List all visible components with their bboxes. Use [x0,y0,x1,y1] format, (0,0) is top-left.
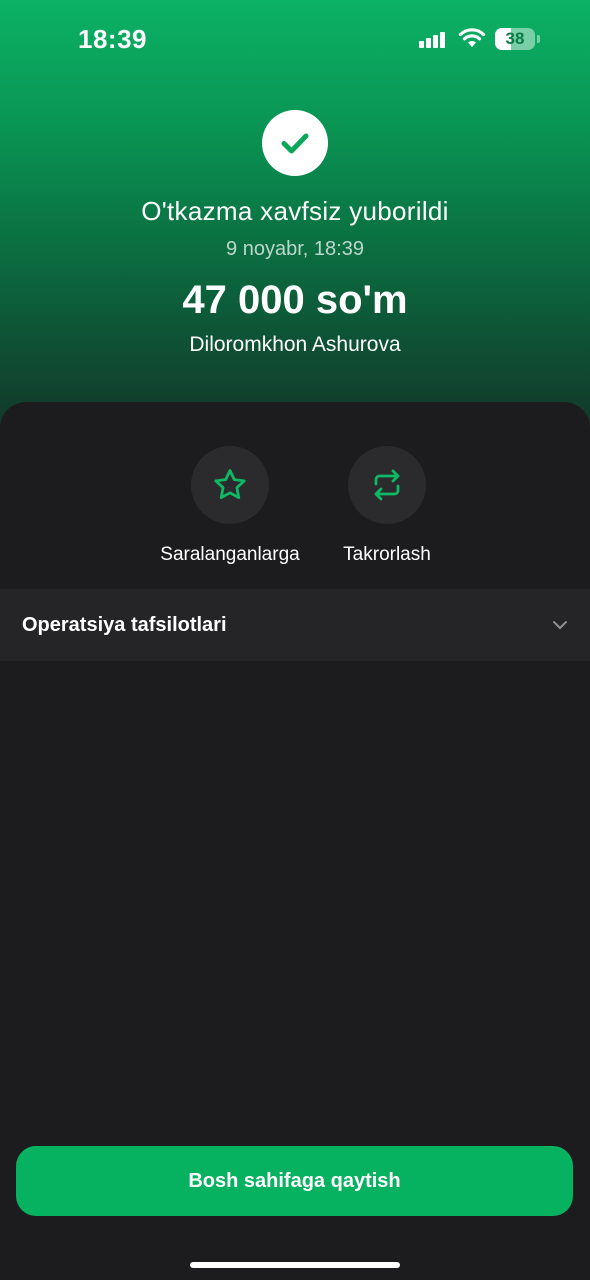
operation-details-toggle[interactable]: Operatsiya tafsilotlari [0,589,590,661]
transfer-amount: 47 000 so'm [182,278,408,322]
wifi-icon [458,28,486,47]
repeat-transfer-button[interactable]: Takrorlash [297,446,477,566]
recipient-name: Diloromkhon Ashurova [189,333,401,356]
repeat-icon-circle[interactable] [348,446,426,524]
status-bar: 18:39 38 [0,0,590,80]
back-to-home-button[interactable]: Bosh sahifaga qaytish [16,1146,573,1216]
star-icon [214,469,246,499]
favorites-icon-circle[interactable] [191,446,269,524]
battery-icon: 38 [495,28,535,50]
repeat-label: Takrorlash [343,544,431,565]
transfer-date: 9 noyabr, 18:39 [226,238,364,260]
home-indicator[interactable] [190,1262,400,1268]
success-check-badge [262,110,328,176]
battery-cap [537,35,540,43]
success-title: O'tkazma xavfsiz yuborildi [141,196,449,226]
favorites-label: Saralanganlarga [160,544,300,565]
chevron-down-icon [553,621,567,629]
operation-details-label: Operatsiya tafsilotlari [22,613,227,636]
status-time: 18:39 [78,24,147,54]
battery-level: 38 [505,29,525,48]
cellular-signal-icon [419,30,449,48]
repeat-icon [374,469,400,501]
check-icon [281,133,309,154]
transfer-success-screen: 18:39 38 O'tkazma xavfsiz yuborildi 9 no… [0,0,590,1280]
add-to-favorites-button[interactable]: Saralanganlarga [140,446,320,566]
